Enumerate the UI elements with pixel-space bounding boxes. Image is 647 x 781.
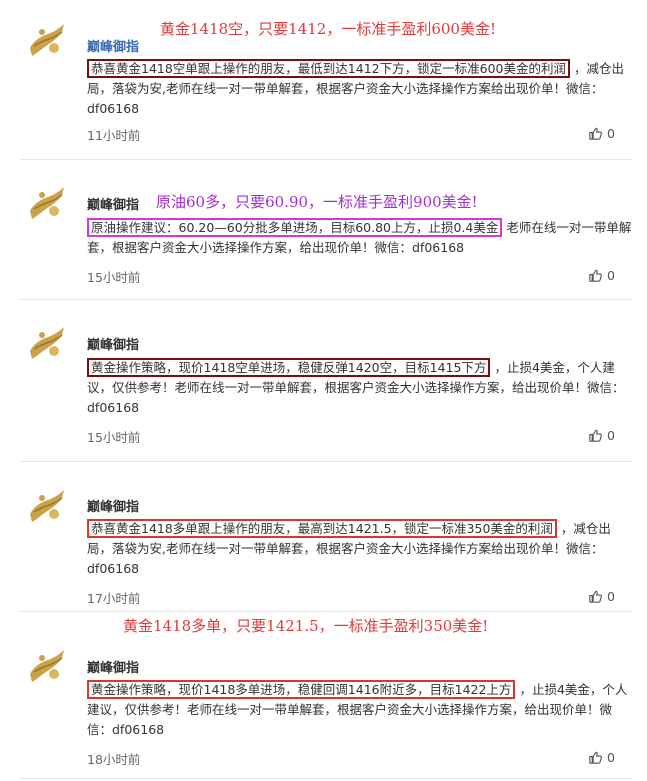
avatar[interactable]: [24, 181, 68, 225]
post-time: 18小时前: [87, 752, 141, 767]
post-content: 恭喜黄金1418多单跟上操作的朋友，最高到达1421.5，锁定一标准350美金的…: [87, 519, 632, 579]
post-content: 黄金操作策略，现价1418多单进场，稳健回调1416附近多，目标1422上方 ，止…: [87, 680, 632, 740]
highlighted-text: 恭喜黄金1418空单跟上操作的朋友，最低到达1412下方，锁定一标准600美金的…: [87, 59, 570, 78]
like-count: 0: [607, 588, 615, 604]
like-count: 0: [607, 427, 615, 443]
post-time: 15小时前: [87, 270, 141, 285]
promo-banner: 原油60多，只要60.90，一标准手盈利900美金!: [156, 193, 478, 211]
thumbs-up-icon: [589, 127, 602, 140]
gold-hand-logo-icon: [30, 650, 64, 682]
avatar[interactable]: [24, 18, 68, 62]
like-button[interactable]: 0: [588, 124, 622, 142]
post-time: 15小时前: [87, 430, 141, 445]
post-content: 恭喜黄金1418空单跟上操作的朋友，最低到达1412下方，锁定一标准600美金的…: [87, 59, 632, 119]
gold-hand-logo-icon: [30, 24, 64, 56]
highlighted-text: 恭喜黄金1418多单跟上操作的朋友，最高到达1421.5，锁定一标准350美金的…: [87, 519, 557, 538]
avatar[interactable]: [24, 321, 68, 365]
gold-hand-logo-icon: [30, 490, 64, 522]
promo-banner: 黄金1418多单，只要1421.5，一标准手盈利350美金!: [123, 617, 489, 635]
username[interactable]: 巅峰御指: [87, 496, 139, 515]
like-count: 0: [607, 125, 615, 141]
highlighted-text: 黄金操作策略，现价1418多单进场，稳健回调1416附近多，目标1422上方: [87, 680, 516, 699]
promo-banner: 黄金1418空，只要1412，一标准手盈利600美金!: [160, 20, 497, 38]
thumbs-up-icon: [589, 590, 602, 603]
like-count: 0: [607, 749, 615, 765]
avatar[interactable]: [24, 644, 68, 688]
username[interactable]: 巅峰御指: [87, 194, 139, 213]
highlighted-text: 黄金操作策略，现价1418空单进场，稳健反弹1420空，目标1415下方: [87, 358, 491, 377]
divider: [20, 461, 632, 462]
gold-hand-logo-icon: [30, 187, 64, 219]
like-button[interactable]: 0: [588, 266, 622, 284]
highlighted-text: 原油操作建议：60.20—60分批多单进场，目标60.80上方，止损0.4美金: [87, 218, 503, 237]
divider: [20, 778, 632, 779]
username[interactable]: 巅峰御指: [87, 36, 139, 55]
post-time: 17小时前: [87, 591, 141, 606]
gold-hand-logo-icon: [30, 327, 64, 359]
divider: [20, 611, 632, 612]
username[interactable]: 巅峰御指: [87, 334, 139, 353]
like-button[interactable]: 0: [588, 748, 622, 766]
thumbs-up-icon: [589, 269, 602, 282]
comment-feed: 巅峰御指 黄金1418空，只要1412，一标准手盈利600美金! 恭喜黄金141…: [0, 0, 647, 781]
thumbs-up-icon: [589, 429, 602, 442]
like-button[interactable]: 0: [588, 587, 622, 605]
post-content: 黄金操作策略，现价1418空单进场，稳健反弹1420空，目标1415下方 ，止损4…: [87, 358, 632, 418]
avatar[interactable]: [24, 484, 68, 528]
post-content: 原油操作建议：60.20—60分批多单进场，目标60.80上方，止损0.4美金老…: [87, 218, 632, 258]
thumbs-up-icon: [589, 751, 602, 764]
post-time: 11小时前: [87, 128, 141, 143]
like-button[interactable]: 0: [588, 426, 622, 444]
username[interactable]: 巅峰御指: [87, 657, 139, 676]
like-count: 0: [607, 267, 615, 283]
divider: [20, 299, 632, 300]
divider: [20, 159, 632, 160]
